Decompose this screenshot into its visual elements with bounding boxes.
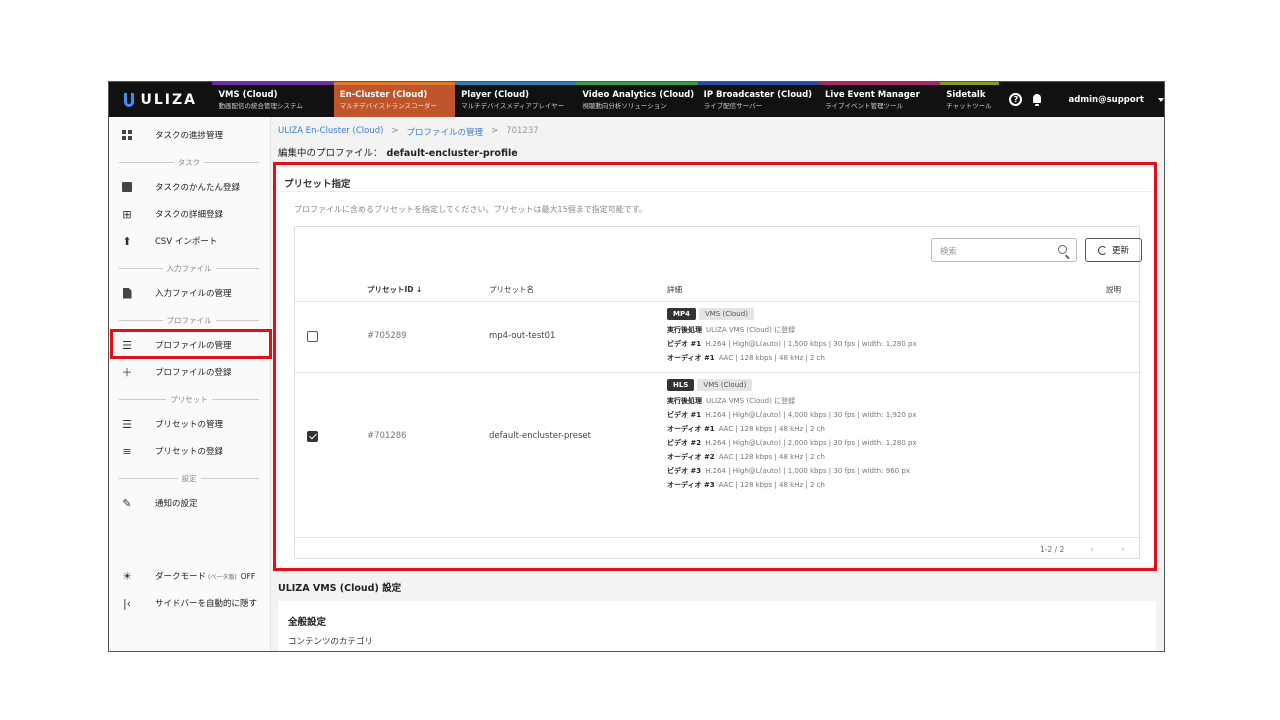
sidebar-item-label: サイドバーを自動的に隠す [155, 599, 258, 609]
sidebar-item-label: 通知の設定 [155, 499, 198, 509]
sidebar-item-label: タスクのかんたん登録 [155, 183, 241, 193]
top-right-actions: ? admin@support [999, 82, 1164, 117]
nav-player[interactable]: Player (Cloud) マルチデバイスメディアプレイヤー [455, 82, 577, 117]
user-menu[interactable]: admin@support [1068, 95, 1144, 105]
nav-title: Player (Cloud) [461, 90, 530, 100]
help-icon[interactable]: ? [1009, 93, 1023, 106]
top-navigation: ULIZA VMS (Cloud) 動画配信の統合管理システム En-Clust… [109, 82, 1164, 117]
nav-title: Live Event Manager [824, 90, 920, 100]
sidebar-item-notify-settings[interactable]: ✎ 通知の設定 [109, 490, 271, 516]
sidebar-divider-profile: プロファイル [119, 315, 259, 325]
sidebar-item-task-progress[interactable]: タスクの進捗管理 [109, 122, 271, 148]
nav-live-event-manager[interactable]: Live Event Manager ライブイベント管理ツール [818, 82, 941, 117]
sidebar-item-label: ダークモード [155, 572, 207, 582]
playlist-add-icon: ≡ [122, 444, 132, 458]
list-icon: ☰ [122, 417, 132, 431]
sidebar: タスクの進捗管理 タスク タスクのかんたん登録 ⊞ タスクの詳細登録 ⬆ CSV… [109, 117, 271, 651]
notification-settings-icon: ✎ [122, 496, 132, 510]
breadcrumb-separator: > [391, 126, 399, 136]
sidebar-item-auto-hide[interactable]: |‹ サイドバーを自動的に隠す [109, 590, 271, 616]
sidebar-item-preset-register[interactable]: ≡ プリセットの登録 [109, 438, 271, 464]
uliza-logo-icon [124, 92, 135, 107]
sidebar-item-label: タスクの詳細登録 [155, 210, 224, 220]
uliza-logo[interactable]: ULIZA [109, 82, 212, 117]
nav-subtitle: ライブイベント管理ツール [824, 102, 903, 110]
sidebar-item-label: プリセットの登録 [155, 447, 224, 457]
nav-ip-broadcaster[interactable]: IP Broadcaster (Cloud) ライブ配信サーバー [697, 82, 819, 117]
sidebar-item-label: タスクの進捗管理 [155, 131, 224, 141]
sidebar-item-task-easy[interactable]: タスクのかんたん登録 [109, 174, 271, 200]
plus-icon: ＋ [121, 365, 133, 379]
breadcrumb: ULIZA En-Cluster (Cloud) > プロファイルの管理 > 7… [278, 126, 539, 138]
nav-subtitle: 視聴動向分析ソリューション [582, 102, 667, 110]
nav-subtitle: マルチデバイストランスコーダー [339, 102, 437, 110]
nav-title: VMS (Cloud) [218, 90, 278, 100]
beta-label: (ベータ版) [208, 573, 237, 581]
vms-settings-title: ULIZA VMS (Cloud) 設定 [278, 583, 402, 594]
sidebar-divider-settings: 設定 [119, 473, 259, 483]
sidebar-item-label: プロファイルの登録 [155, 368, 232, 378]
breadcrumb-current: 701237 [506, 126, 539, 136]
profile-name: default-encluster-profile [386, 148, 518, 159]
divider-label: プロファイル [166, 315, 212, 325]
editing-profile: 編集中のプロファイル： default-encluster-profile [278, 145, 518, 159]
sidebar-item-label: プリセットの管理 [155, 420, 224, 430]
nav-title: En-Cluster (Cloud) [339, 90, 428, 100]
content-category-label: コンテンツのカテゴリ [288, 637, 374, 647]
breadcrumb-profile-manage[interactable]: プロファイルの管理 [407, 126, 484, 138]
sidebar-item-preset-manage[interactable]: ☰ プリセットの管理 [109, 411, 271, 437]
divider-label: 入力ファイル [166, 263, 212, 273]
sidebar-divider-preset: プリセット [119, 394, 259, 404]
divider-label: プリセット [170, 394, 208, 404]
vms-settings-card: 全般設定 コンテンツのカテゴリ [278, 601, 1156, 651]
nav-video-analytics[interactable]: Video Analytics (Cloud) 視聴動向分析ソリューション [576, 82, 698, 117]
collapse-icon: |‹ [122, 596, 132, 610]
nav-title: Video Analytics (Cloud) [582, 90, 695, 100]
breadcrumb-root[interactable]: ULIZA En-Cluster (Cloud) [278, 126, 383, 138]
divider-label: タスク [177, 157, 201, 167]
nav-subtitle: マルチデバイスメディアプレイヤー [461, 102, 565, 110]
breadcrumb-separator: > [491, 126, 499, 136]
sidebar-item-label: CSV インポート [155, 237, 218, 247]
sun-icon: ☀ [122, 569, 132, 583]
sidebar-item-csv-import[interactable]: ⬆ CSV インポート [109, 228, 271, 254]
upload-icon: ⬆ [122, 234, 132, 248]
highlight-box-sidebar [110, 329, 272, 359]
dark-mode-state: OFF [240, 571, 256, 581]
divider-label: 設定 [181, 473, 197, 483]
sidebar-item-dark-mode[interactable]: ☀ ダークモード (ベータ版) OFF [109, 563, 271, 589]
nav-vms[interactable]: VMS (Cloud) 動画配信の統合管理システム [212, 82, 334, 117]
sidebar-item-task-detail[interactable]: ⊞ タスクの詳細登録 [109, 201, 271, 227]
editing-label: 編集中のプロファイル： [278, 148, 383, 159]
general-settings-title: 全般設定 [288, 617, 327, 628]
highlight-box-preset [273, 162, 1157, 571]
sidebar-divider-task: タスク [119, 157, 259, 167]
nav-sidetalk[interactable]: Sidetalk チャットツール [940, 82, 1000, 117]
add-box-icon: ⊞ [122, 207, 132, 221]
bell-icon[interactable] [1032, 93, 1042, 106]
sidebar-item-label: 入力ファイルの管理 [155, 289, 232, 299]
sidebar-item-profile-register[interactable]: ＋ プロファイルの登録 [109, 359, 271, 385]
nav-subtitle: ライブ配信サーバー [703, 102, 763, 110]
file-icon [121, 287, 133, 299]
dashboard-icon [121, 129, 133, 141]
inbox-icon [121, 181, 133, 193]
nav-title: Sidetalk [946, 90, 986, 100]
nav-en-cluster[interactable]: En-Cluster (Cloud) マルチデバイストランスコーダー [333, 82, 456, 117]
nav-title: IP Broadcaster (Cloud) [703, 90, 813, 100]
sidebar-divider-input: 入力ファイル [119, 263, 259, 273]
logo-text: ULIZA [140, 91, 197, 108]
nav-subtitle: 動画配信の統合管理システム [218, 102, 303, 110]
nav-subtitle: チャットツール [946, 102, 992, 110]
sidebar-item-input-manage[interactable]: 入力ファイルの管理 [109, 280, 271, 306]
chevron-down-icon[interactable] [1158, 97, 1164, 102]
